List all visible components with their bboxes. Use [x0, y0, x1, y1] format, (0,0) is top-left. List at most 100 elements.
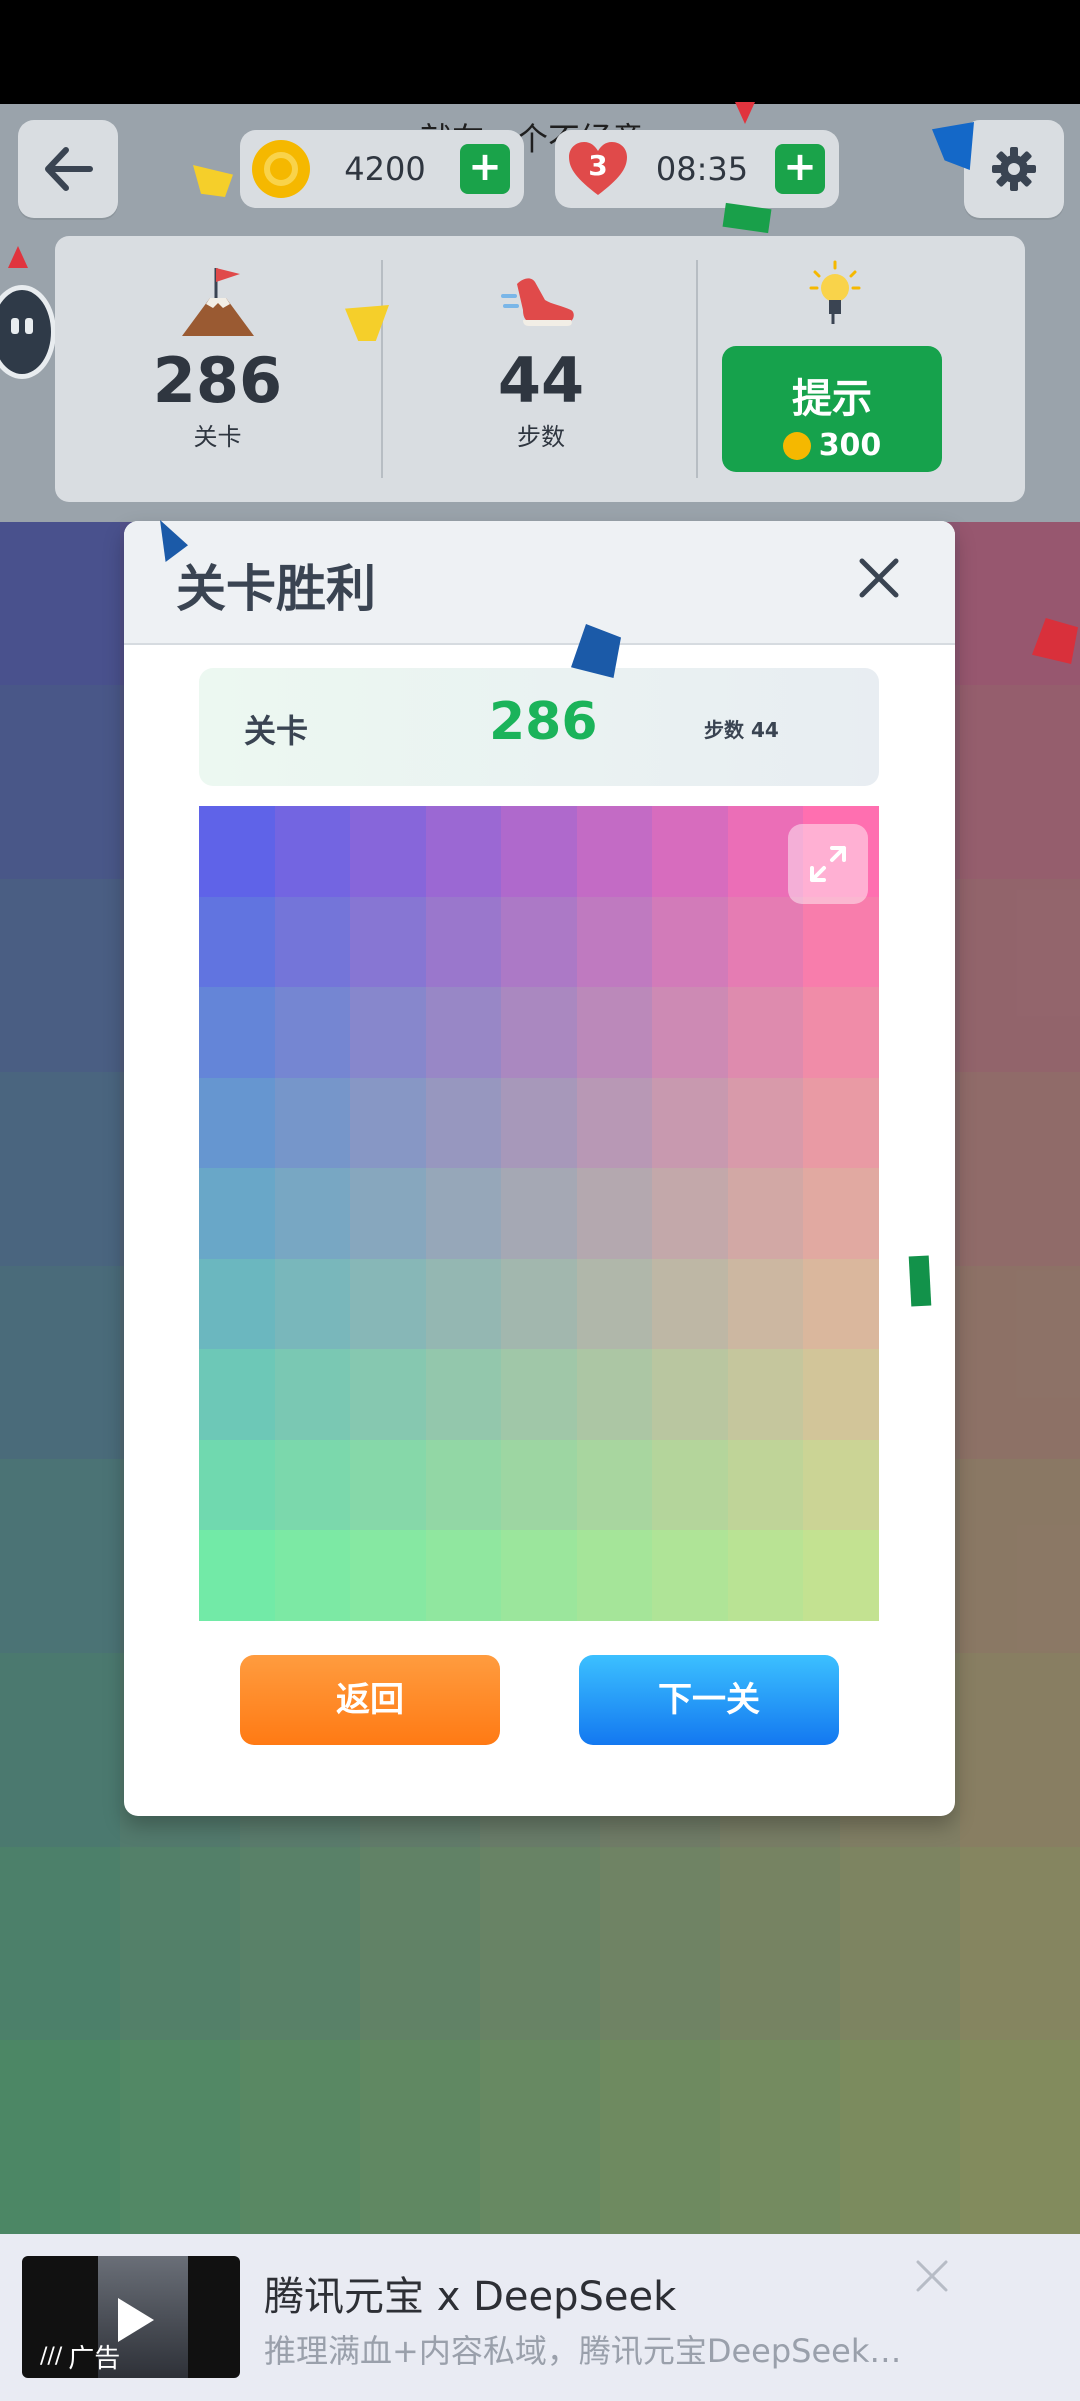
puzzle-tile: [350, 896, 426, 988]
puzzle-tile: [652, 987, 728, 1078]
puzzle-tile: [652, 896, 728, 988]
puzzle-tile: [652, 1349, 728, 1440]
puzzle-tile: [727, 896, 804, 988]
puzzle-tile: [501, 1530, 577, 1621]
ad-subtitle: 推理满血+内容私域，腾讯元宝DeepSeek…: [264, 2332, 902, 2370]
confetti-piece: [908, 1255, 932, 1307]
puzzle-tile: [576, 1258, 653, 1350]
level-value: 286: [152, 344, 283, 417]
puzzle-tile: [199, 1168, 275, 1259]
puzzle-tile: [803, 1349, 879, 1440]
next-level-button[interactable]: 下一关: [579, 1655, 839, 1745]
puzzle-tile: [803, 1077, 879, 1169]
return-button[interactable]: 返回: [240, 1655, 500, 1745]
puzzle-tile: [274, 1077, 351, 1169]
puzzle-tile: [576, 987, 653, 1078]
puzzle-tile: [727, 1439, 804, 1531]
puzzle-tile: [803, 987, 879, 1078]
ad-close-button[interactable]: [906, 2250, 958, 2302]
puzzle-tile: [652, 1530, 728, 1621]
puzzle-tile: [350, 1439, 426, 1531]
level-label: 关卡: [193, 423, 242, 451]
puzzle-tile: [501, 1439, 577, 1531]
steps-stat: 44 步数: [385, 236, 697, 502]
puzzle-tile: [501, 1349, 577, 1440]
gear-icon: [992, 147, 1036, 191]
close-button[interactable]: [844, 543, 914, 613]
puzzle-tile: [501, 1077, 577, 1169]
puzzle-tile: [425, 1258, 502, 1350]
puzzle-tile: [350, 1168, 426, 1259]
steps-label: 步数: [517, 423, 565, 451]
dialog-header: 关卡胜利: [124, 521, 955, 645]
puzzle-tile: [727, 1349, 804, 1440]
lightbulb-icon: [809, 260, 861, 324]
puzzle-tile: [199, 1258, 275, 1350]
hint-button[interactable]: 提示 300: [722, 346, 942, 472]
coin-icon: [782, 431, 811, 460]
puzzle-tile: [274, 896, 351, 988]
puzzle-tile: [425, 896, 502, 988]
ad-logo-icon: ///: [40, 2344, 63, 2369]
coins-value: 4200: [344, 150, 426, 188]
puzzle-tile: [199, 1077, 275, 1169]
puzzle-tile: [350, 1349, 426, 1440]
lives-timer: 08:35: [655, 150, 749, 188]
ad-title: 腾讯元宝 x DeepSeek: [264, 2274, 677, 2320]
puzzle-tile: [652, 1168, 728, 1259]
coin-icon: [252, 140, 310, 198]
puzzle-tile: [803, 1530, 879, 1621]
puzzle-tile: [501, 806, 577, 897]
expand-icon: [810, 846, 846, 882]
puzzle-tile: [199, 1439, 275, 1531]
close-icon: [859, 558, 899, 598]
add-lives-button[interactable]: +: [775, 144, 825, 194]
heart-icon: 3: [567, 141, 629, 197]
puzzle-tile: [803, 1439, 879, 1531]
puzzle-tile: [576, 1530, 653, 1621]
puzzle-tile: [199, 806, 275, 897]
puzzle-tile: [727, 1530, 804, 1621]
arrow-left-icon: [45, 147, 93, 191]
puzzle-tile: [199, 1349, 275, 1440]
settings-button[interactable]: [964, 120, 1064, 218]
expand-button[interactable]: [788, 824, 868, 904]
puzzle-tile: [274, 987, 351, 1078]
puzzle-tile: [274, 1258, 351, 1350]
ad-banner[interactable]: /// 广告 腾讯元宝 x DeepSeek 推理满血+内容私域，腾讯元宝Dee…: [0, 2234, 1080, 2401]
level-stat: 286 关卡: [55, 236, 380, 502]
banner-level-value: 286: [489, 692, 598, 752]
puzzle-tile: [350, 806, 426, 897]
divider: [696, 260, 698, 478]
mountain-flag-icon: [181, 268, 254, 336]
puzzle-tile: [727, 1168, 804, 1259]
hint-label: 提示: [792, 376, 872, 422]
puzzle-tile: [274, 806, 351, 897]
puzzle-tile: [425, 806, 502, 897]
puzzle-tile: [576, 1077, 653, 1169]
add-coins-button[interactable]: +: [460, 144, 510, 194]
dialog-title: 关卡胜利: [176, 560, 376, 618]
puzzle-tile: [199, 896, 275, 988]
puzzle-tile: [350, 1077, 426, 1169]
puzzle-tile: [425, 1077, 502, 1169]
lives-count: 3: [588, 149, 608, 182]
puzzle-tile: [803, 1168, 879, 1259]
close-icon: [916, 2260, 948, 2292]
victory-dialog: 关卡胜利 关卡 286 步数 44 返回 下一关: [124, 521, 955, 1816]
puzzle-tile: [425, 1530, 502, 1621]
banner-steps: 步数 44: [704, 718, 779, 742]
ad-video-thumbnail[interactable]: /// 广告: [22, 2256, 240, 2378]
puzzle-tile: [350, 1258, 426, 1350]
hint-cost: 300: [722, 428, 942, 463]
steps-value: 44: [497, 344, 585, 417]
divider: [381, 260, 383, 478]
back-button[interactable]: [18, 120, 118, 218]
banner-level-label: 关卡: [244, 712, 309, 750]
puzzle-tile: [727, 1258, 804, 1350]
ad-tag: /// 广告: [40, 2344, 121, 2374]
puzzle-tile: [803, 1258, 879, 1350]
puzzle-tile: [501, 1168, 577, 1259]
solved-puzzle-grid: [199, 806, 879, 1621]
puzzle-tile: [274, 1530, 351, 1621]
